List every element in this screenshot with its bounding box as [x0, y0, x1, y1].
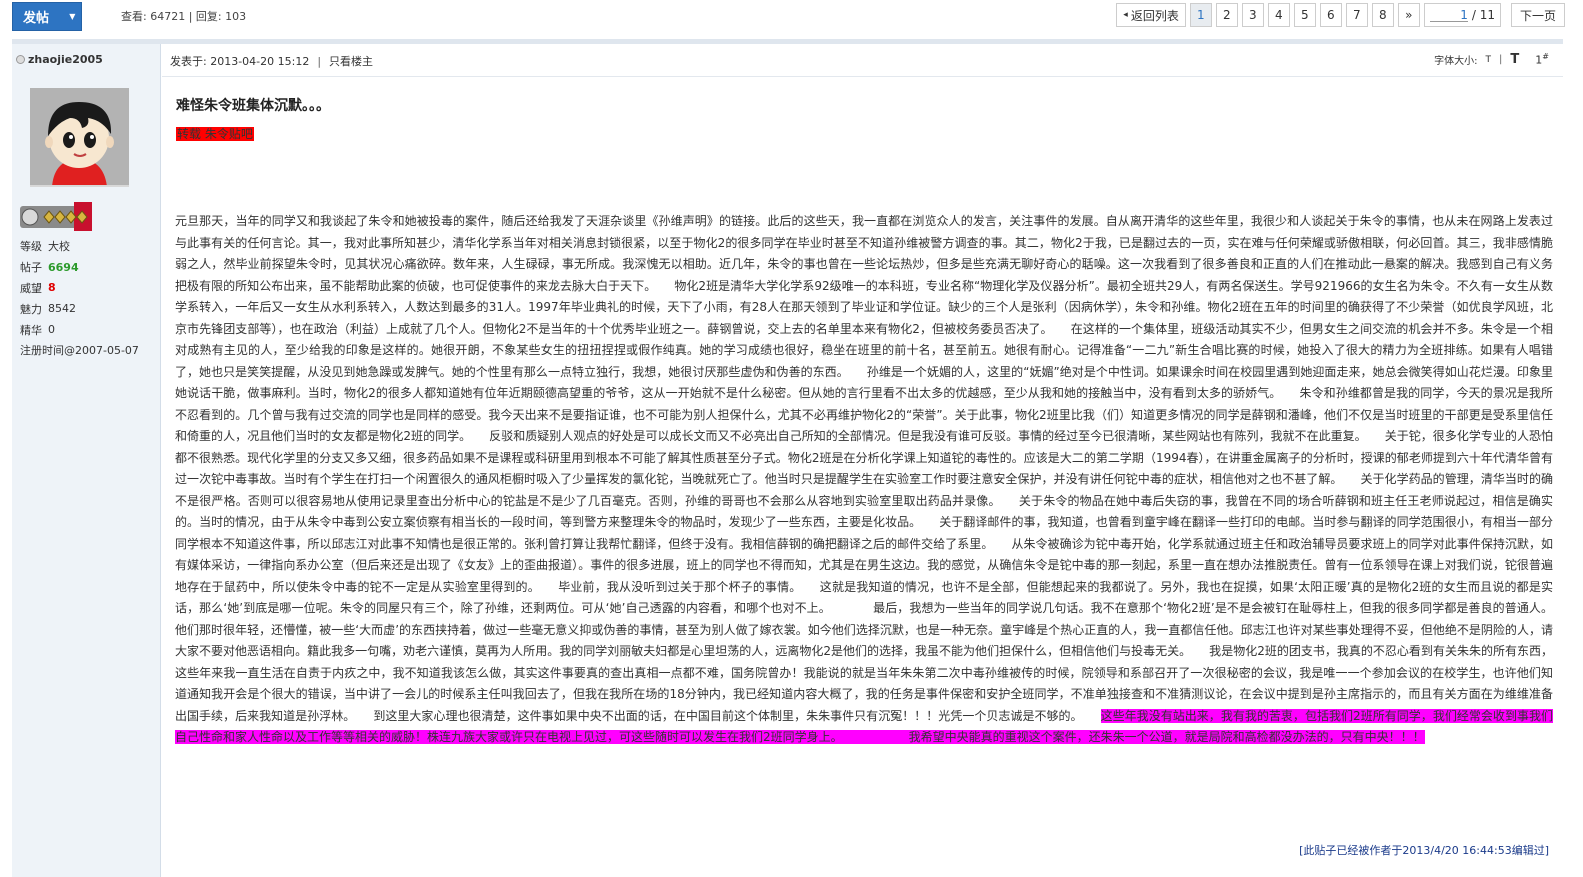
post-button[interactable]: 发帖 ▼	[12, 2, 82, 31]
font-size-separator: |	[1499, 54, 1503, 65]
author-sidebar: zhaojie2005 等级 大校 帖子 6694 威望 8 魅力 8542 精…	[12, 44, 161, 877]
font-size-control: 字体大小: T | T 1#	[1434, 52, 1549, 67]
profile-charm: 魅力 8542	[20, 302, 76, 316]
profile-digest: 精华 0	[20, 323, 55, 337]
post-meta: 发表于: 2013-04-20 15:12 | 只看楼主	[170, 53, 373, 69]
chevron-down-icon[interactable]: ▼	[64, 3, 81, 30]
profile-posts: 帖子 6694	[20, 260, 79, 275]
only-author-link[interactable]: 只看楼主	[329, 53, 373, 69]
author-profile-fields: 等级 大校 帖子 6694 威望 8 魅力 8542 精华 0 注册时间 @20…	[20, 236, 139, 361]
avatar[interactable]	[30, 88, 129, 187]
chevron-left-icon: ◂	[1123, 10, 1128, 20]
page-link-8[interactable]: 8	[1371, 3, 1394, 27]
post-body: 元旦那天，当年的同学又和我谈起了朱令和她被投毒的案件，随后还给我发了天涯杂谈里《…	[175, 211, 1554, 749]
back-to-list-label: 返回列表	[1130, 8, 1179, 23]
profile-rank: 等级 大校	[20, 240, 70, 254]
profile-register-date: 注册时间 @2007-05-07	[20, 343, 139, 358]
page-jump-input[interactable]: 1	[1429, 8, 1468, 22]
meta-divider	[162, 76, 1563, 77]
rank-medal-icon	[20, 202, 92, 231]
page-link-6[interactable]: 6	[1319, 3, 1342, 27]
author-username[interactable]: zhaojie2005	[28, 53, 103, 66]
post-body-text: 元旦那天，当年的同学又和我谈起了朱令和她被投毒的案件，随后还给我发了天涯杂谈里《…	[175, 214, 1553, 723]
avatar-cartoon-icon	[30, 88, 129, 185]
floor-number[interactable]: 1#	[1535, 52, 1549, 67]
page-link-5[interactable]: 5	[1293, 3, 1316, 27]
top-toolbar: 发帖 ▼ 查看: 64721 | 回复: 103 ◂ 返回列表 1 2 3 4 …	[0, 0, 1583, 38]
post-title: 难怪朱令班集体沉默。。。	[176, 98, 330, 114]
page-link-1[interactable]: 1	[1189, 3, 1212, 27]
font-small-button[interactable]: T	[1486, 55, 1492, 65]
font-size-label: 字体大小:	[1434, 56, 1478, 67]
page-total: / 11	[1471, 8, 1495, 22]
author-name-row: zhaojie2005	[16, 53, 103, 66]
page-link-4[interactable]: 4	[1267, 3, 1290, 27]
page-link-3[interactable]: 3	[1241, 3, 1264, 27]
views-replies-count: 查看: 64721 | 回复: 103	[121, 10, 247, 23]
page-jump: 1 / 11	[1423, 3, 1501, 27]
pagination: ◂ 返回列表 1 2 3 4 5 6 7 8 » 1 / 11 下一页	[1112, 3, 1565, 27]
source-tag: 转载 朱令贴吧	[176, 127, 254, 141]
page-link-2[interactable]: 2	[1215, 3, 1238, 27]
post-timestamp: 发表于: 2013-04-20 15:12	[170, 55, 310, 68]
offline-status-icon	[16, 55, 25, 64]
back-to-list-button[interactable]: ◂ 返回列表	[1116, 3, 1186, 27]
post-content: 发表于: 2013-04-20 15:12 | 只看楼主 字体大小: T | T…	[162, 44, 1563, 877]
edit-note: [此贴子已经被作者于2013/4/20 16:44:53编辑过]	[1299, 844, 1549, 857]
post-button-label: 发帖	[23, 11, 50, 26]
profile-prestige: 威望 8	[20, 281, 56, 295]
next-page-button[interactable]: 下一页	[1510, 3, 1565, 27]
font-large-button[interactable]: T	[1510, 52, 1519, 67]
meta-separator: |	[317, 54, 322, 68]
page-link-7[interactable]: 7	[1345, 3, 1368, 27]
more-pages-button[interactable]: »	[1397, 3, 1420, 27]
